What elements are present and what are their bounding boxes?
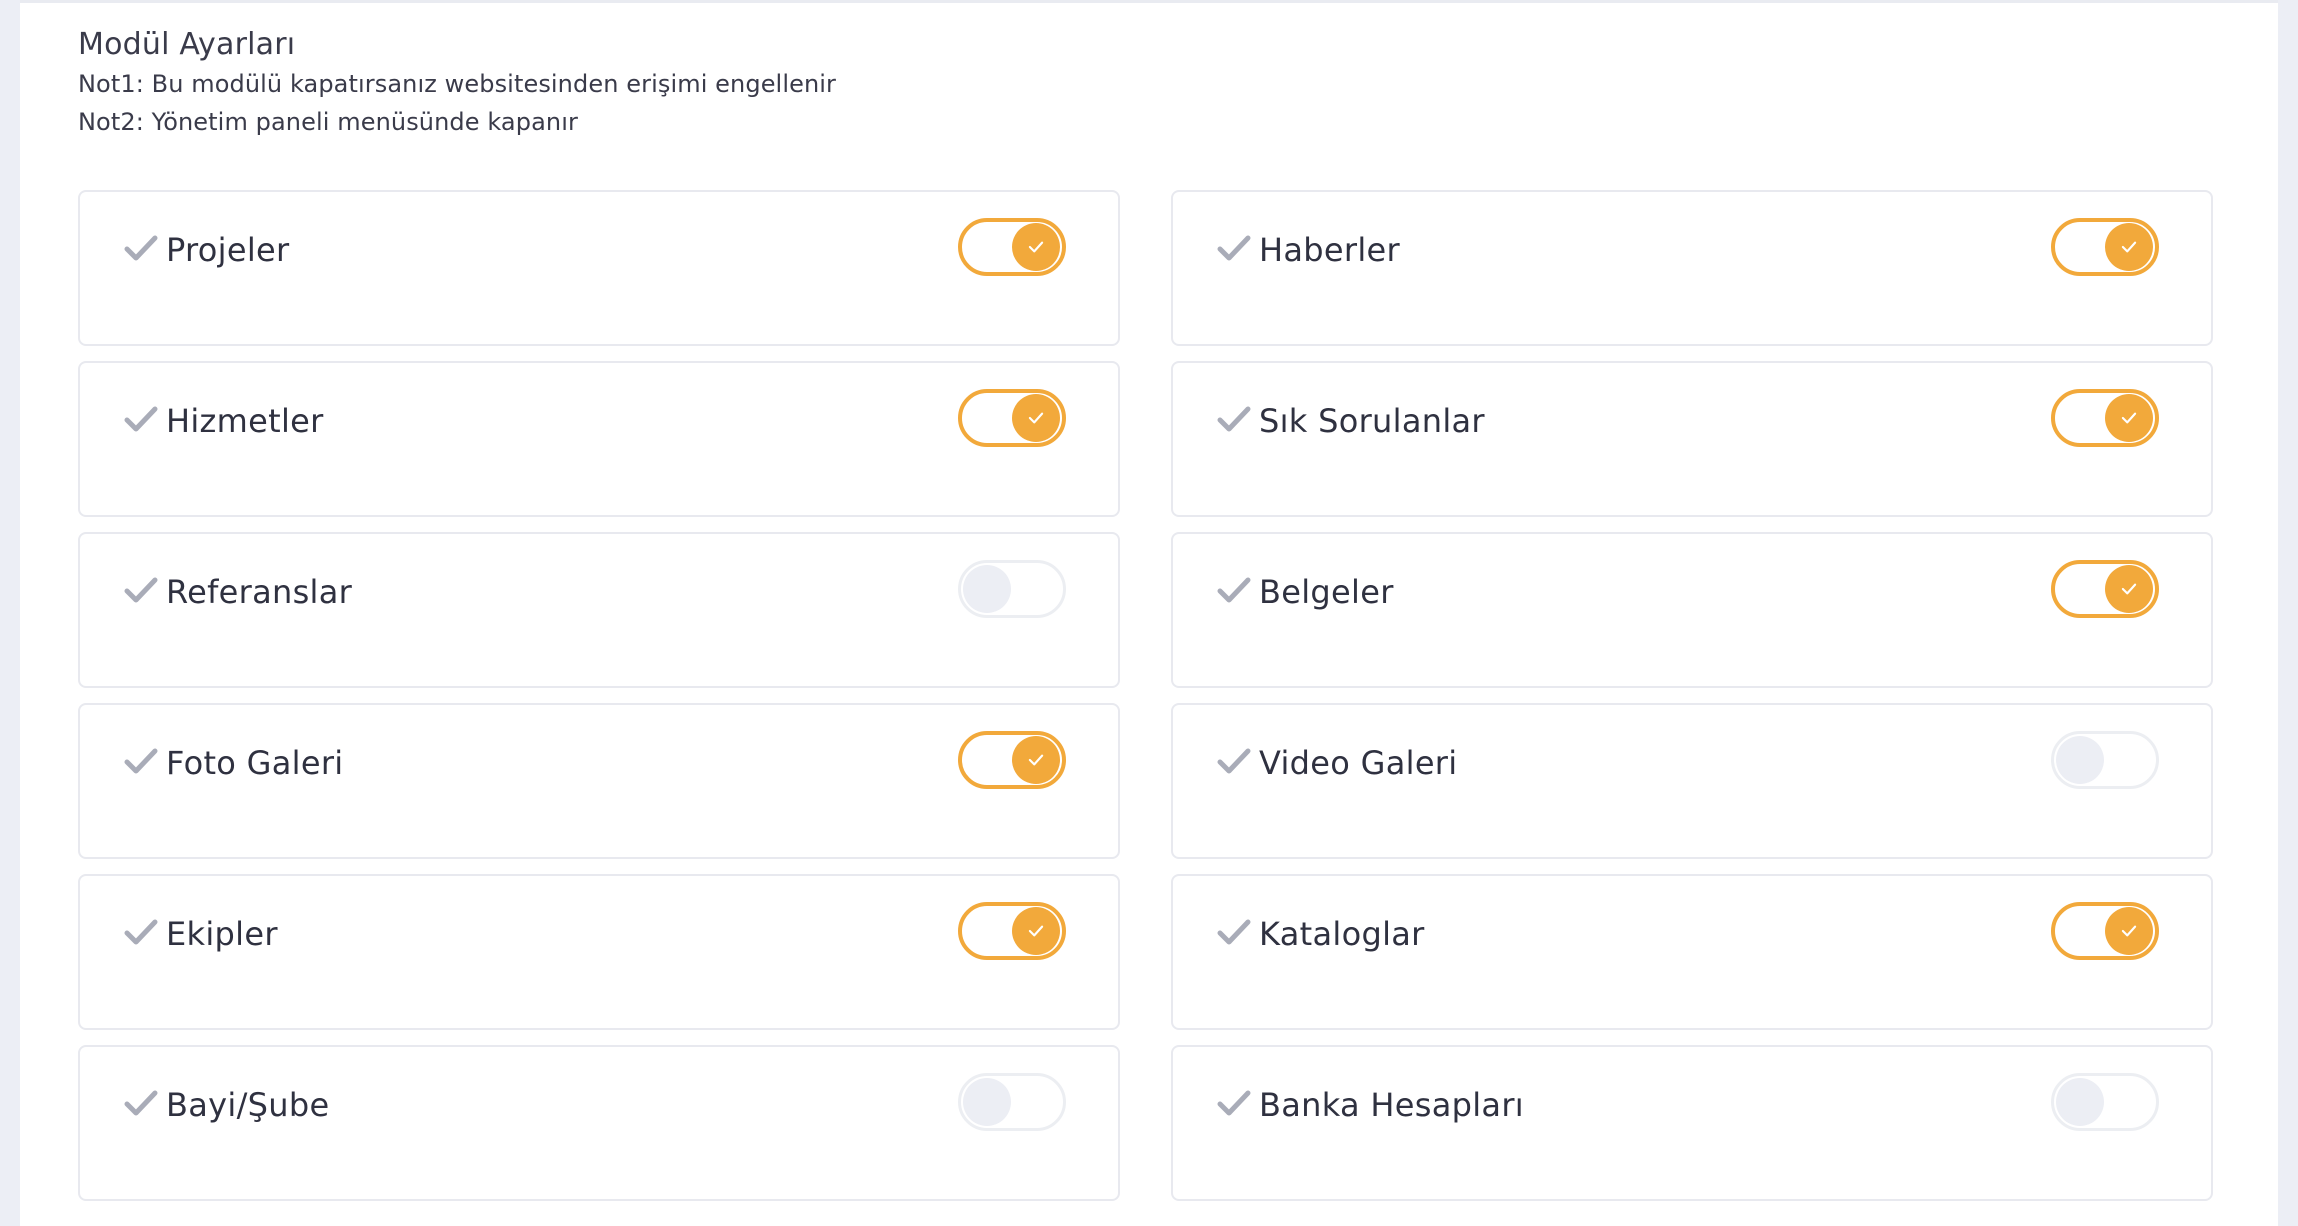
check-icon: [1028, 412, 1044, 424]
check-icon: [2121, 583, 2137, 595]
toggle-switch-video-galeri[interactable]: [2051, 731, 2159, 789]
toggle-knob: [2105, 394, 2153, 442]
check-icon: [1028, 241, 1044, 253]
check-icon: [124, 235, 158, 261]
module-label: Belgeler: [1259, 573, 1394, 611]
module-label: Haberler: [1259, 231, 1400, 269]
module-label: Hizmetler: [166, 402, 324, 440]
module-label: Ekipler: [166, 915, 278, 953]
check-icon: [2121, 241, 2137, 253]
toggle-knob: [2105, 223, 2153, 271]
toggle-knob: [2105, 565, 2153, 613]
module-label: Bayi/Şube: [166, 1086, 330, 1124]
module-card-projeler: Projeler: [78, 190, 1120, 346]
check-icon: [1217, 1090, 1251, 1116]
toggle-switch-kataloglar[interactable]: [2051, 902, 2159, 960]
check-icon: [1217, 235, 1251, 261]
toggle-knob: [1012, 394, 1060, 442]
module-card-sik-sorulanlar: Sık Sorulanlar: [1171, 361, 2213, 517]
toggle-switch-sik-sorulanlar[interactable]: [2051, 389, 2159, 447]
toggle-knob: [2105, 907, 2153, 955]
check-icon: [124, 1090, 158, 1116]
toggle-knob: [1012, 736, 1060, 784]
module-label: Referanslar: [166, 573, 353, 611]
toggle-switch-foto-galeri[interactable]: [958, 731, 1066, 789]
check-icon: [1028, 754, 1044, 766]
check-icon: [1217, 577, 1251, 603]
module-grid: Projeler Haberler Hizmetler Sık Sorulanlar R…: [78, 190, 2213, 1201]
module-label: Sık Sorulanlar: [1259, 402, 1485, 440]
module-card-referanslar: Referanslar: [78, 532, 1120, 688]
toggle-switch-ekipler[interactable]: [958, 902, 1066, 960]
toggle-knob: [963, 1078, 1011, 1126]
module-settings-card: Modül Ayarları Not1: Bu modülü kapatırsa…: [20, 0, 2278, 1226]
module-card-haberler: Haberler: [1171, 190, 2213, 346]
check-icon: [124, 406, 158, 432]
module-label: Foto Galeri: [166, 744, 344, 782]
toggle-knob: [963, 565, 1011, 613]
note-1: Not1: Bu modülü kapatırsanız websitesind…: [78, 70, 837, 98]
toggle-switch-projeler[interactable]: [958, 218, 1066, 276]
module-card-ekipler: Ekipler: [78, 874, 1120, 1030]
check-icon: [1028, 925, 1044, 937]
toggle-knob: [2056, 1078, 2104, 1126]
toggle-switch-banka-hesaplari[interactable]: [2051, 1073, 2159, 1131]
check-icon: [1217, 748, 1251, 774]
check-icon: [124, 748, 158, 774]
toggle-switch-belgeler[interactable]: [2051, 560, 2159, 618]
module-card-bayi-sube: Bayi/Şube: [78, 1045, 1120, 1201]
toggle-switch-bayi-sube[interactable]: [958, 1073, 1066, 1131]
toggle-knob: [1012, 223, 1060, 271]
toggle-switch-haberler[interactable]: [2051, 218, 2159, 276]
toggle-switch-hizmetler[interactable]: [958, 389, 1066, 447]
check-icon: [1217, 406, 1251, 432]
page-title: Modül Ayarları: [78, 27, 296, 62]
module-label: Kataloglar: [1259, 915, 1425, 953]
check-icon: [2121, 925, 2137, 937]
module-label: Video Galeri: [1259, 744, 1458, 782]
module-label: Projeler: [166, 231, 290, 269]
toggle-switch-referanslar[interactable]: [958, 560, 1066, 618]
module-card-belgeler: Belgeler: [1171, 532, 2213, 688]
module-card-kataloglar: Kataloglar: [1171, 874, 2213, 1030]
module-card-video-galeri: Video Galeri: [1171, 703, 2213, 859]
check-icon: [2121, 412, 2137, 424]
module-settings-header: Modül Ayarları Not1: Bu modülü kapatırsa…: [78, 25, 836, 141]
module-card-hizmetler: Hizmetler: [78, 361, 1120, 517]
toggle-knob: [1012, 907, 1060, 955]
check-icon: [1217, 919, 1251, 945]
check-icon: [124, 919, 158, 945]
check-icon: [124, 577, 158, 603]
module-card-banka-hesaplari: Banka Hesapları: [1171, 1045, 2213, 1201]
note-2: Not2: Yönetim paneli menüsünde kapanır: [78, 108, 578, 136]
module-label: Banka Hesapları: [1259, 1086, 1524, 1124]
module-card-foto-galeri: Foto Galeri: [78, 703, 1120, 859]
toggle-knob: [2056, 736, 2104, 784]
